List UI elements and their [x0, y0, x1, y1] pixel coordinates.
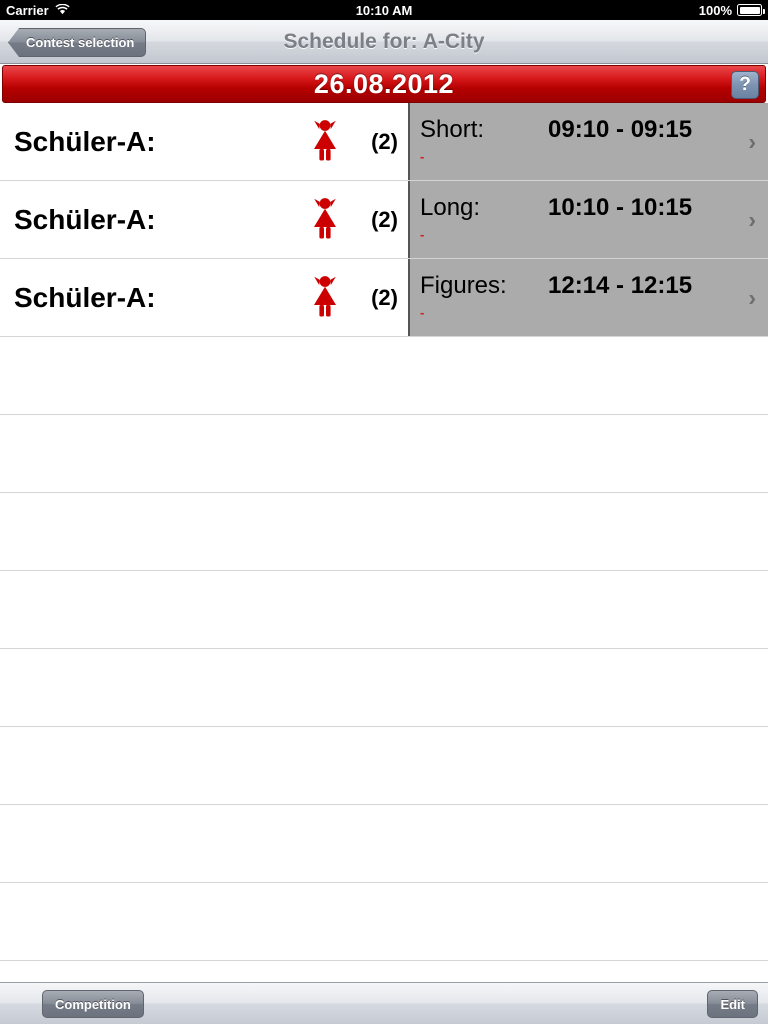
schedule-list[interactable]: Schüler-A: (2) Short: 09:10 - 09:15- › Schüle… [0, 103, 768, 982]
group-name-label: Schüler-A: [14, 125, 156, 157]
group-name-label: Schüler-A: [14, 203, 156, 235]
row-group-cell: Schüler-A: (2) [0, 259, 408, 336]
sub-note-label: - [420, 227, 425, 242]
row-group-cell: Schüler-A: (2) [0, 181, 408, 258]
table-row-empty [0, 883, 768, 961]
segment-label: Short: [420, 116, 485, 143]
table-row[interactable]: Schüler-A: (2) Long: 10:10 - 10:15 - › [0, 181, 768, 259]
status-bar-clock: 10:10 AM [355, 2, 413, 18]
time-range-label: 12:14 - 12:15 [548, 272, 693, 299]
sub-note-label: - [420, 149, 425, 164]
status-bar-right: 100% [698, 2, 765, 18]
question-mark-icon: ? [739, 74, 751, 95]
segment-label: Long: [420, 194, 481, 221]
competition-button-label: Competition [55, 996, 131, 1012]
row-group-cell: Schüler-A: (2) [0, 103, 408, 180]
participant-count-label: (2) [371, 128, 398, 154]
segment-label: Figures: [420, 272, 507, 299]
table-row[interactable]: Schüler-A: (2) Short: 09:10 - 09:15 - › [0, 103, 768, 181]
competition-button[interactable]: Competition [42, 990, 144, 1018]
participant-count-label: (2) [371, 284, 398, 310]
girl-icon [310, 195, 340, 244]
table-row-empty [0, 493, 768, 571]
chevron-right-icon: › [748, 206, 756, 232]
bottom-toolbar: Competition Edit [0, 982, 768, 1024]
chevron-right-icon: › [748, 284, 756, 310]
table-row-empty [0, 805, 768, 883]
edit-button[interactable]: Edit [707, 990, 758, 1018]
table-row-empty [0, 415, 768, 493]
chevron-right-icon: › [748, 128, 756, 154]
row-detail-cell[interactable]: Short: 09:10 - 09:15 - › [408, 103, 768, 180]
girl-icon [310, 273, 340, 322]
table-row-empty [0, 571, 768, 649]
time-range-label: 10:10 - 10:15 [548, 194, 693, 221]
table-row[interactable]: Schüler-A: (2) Figures: 12:14 - 12:15 - › [0, 259, 768, 337]
participant-count-label: (2) [371, 206, 398, 232]
row-detail-cell[interactable]: Long: 10:10 - 10:15 - › [408, 181, 768, 258]
group-name-label: Schüler-A: [14, 281, 156, 313]
date-header-bar: 26.08.2012 ? [2, 65, 766, 103]
app-screen: Carrier 10:10 AM 100% Contest selection … [0, 0, 768, 1024]
sub-note-label: - [420, 305, 425, 320]
table-row-empty [0, 649, 768, 727]
date-label: 26.08.2012 [313, 68, 455, 99]
table-row-empty [0, 727, 768, 805]
table-row-empty [0, 337, 768, 415]
help-button[interactable]: ? [731, 71, 759, 99]
time-range-label: 09:10 - 09:15 [548, 116, 693, 143]
battery-full-icon [737, 4, 765, 16]
page-title: Schedule for: A-City [283, 30, 485, 53]
status-bar: Carrier 10:10 AM 100% [0, 0, 768, 20]
edit-button-label: Edit [720, 996, 745, 1012]
navigation-bar: Contest selection Schedule for: A-City [0, 20, 768, 64]
battery-percent-label: 100% [698, 2, 732, 18]
girl-icon [310, 117, 340, 166]
row-detail-cell[interactable]: Figures: 12:14 - 12:15 - › [408, 259, 768, 336]
